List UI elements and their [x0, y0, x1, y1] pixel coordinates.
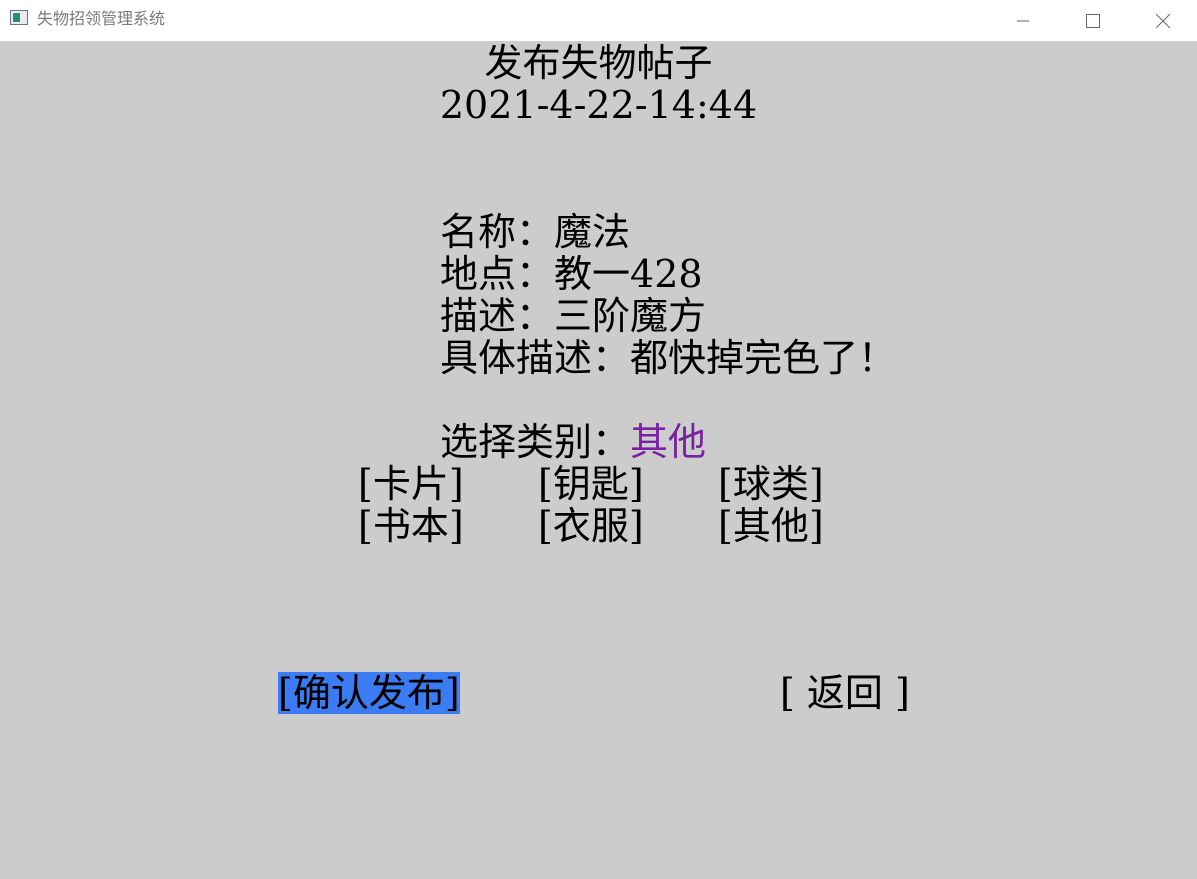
maximize-button[interactable]	[1070, 0, 1116, 41]
location-row: 地点：教一428	[440, 253, 703, 295]
page-title: 发布失物帖子	[484, 41, 713, 85]
minimize-button[interactable]	[1000, 0, 1046, 41]
close-button[interactable]	[1140, 0, 1186, 41]
name-label: 名称：	[440, 210, 555, 254]
category-option-other[interactable]: [其他]	[718, 505, 824, 547]
description-row: 描述：三阶魔方	[440, 295, 706, 337]
detail-label: 具体描述：	[440, 336, 631, 380]
post-timestamp: 2021-4-22-14:44	[439, 83, 758, 127]
maximize-icon	[1086, 13, 1100, 28]
category-option-keys[interactable]: [钥匙]	[538, 463, 644, 505]
title-bar: 失物招领管理系统	[0, 0, 1197, 41]
location-label: 地点：	[440, 252, 555, 296]
confirm-publish-button[interactable]: [确认发布]	[278, 672, 460, 714]
description-value: 三阶魔方	[554, 294, 707, 338]
category-option-balls[interactable]: [球类]	[718, 463, 824, 505]
category-option-clothes[interactable]: [衣服]	[538, 505, 644, 547]
category-row: 选择类别：其他	[440, 421, 706, 463]
category-option-card[interactable]: [卡片]	[358, 463, 464, 505]
close-icon	[1155, 13, 1171, 28]
name-value: 魔法	[554, 210, 631, 254]
window-title: 失物招领管理系统	[37, 9, 166, 28]
description-label: 描述：	[440, 294, 555, 338]
location-value: 教一428	[554, 252, 703, 296]
name-row: 名称：魔法	[440, 211, 630, 253]
category-label: 选择类别：	[440, 420, 631, 464]
selected-category: 其他	[630, 420, 707, 464]
detail-row: 具体描述：都快掉完色了！	[440, 337, 896, 379]
category-option-books[interactable]: [书本]	[358, 505, 464, 547]
minimize-icon	[1017, 20, 1029, 21]
back-button[interactable]: [ 返回 ]	[780, 672, 910, 714]
console-window-icon	[10, 10, 28, 25]
detail-value: 都快掉完色了！	[630, 336, 897, 380]
